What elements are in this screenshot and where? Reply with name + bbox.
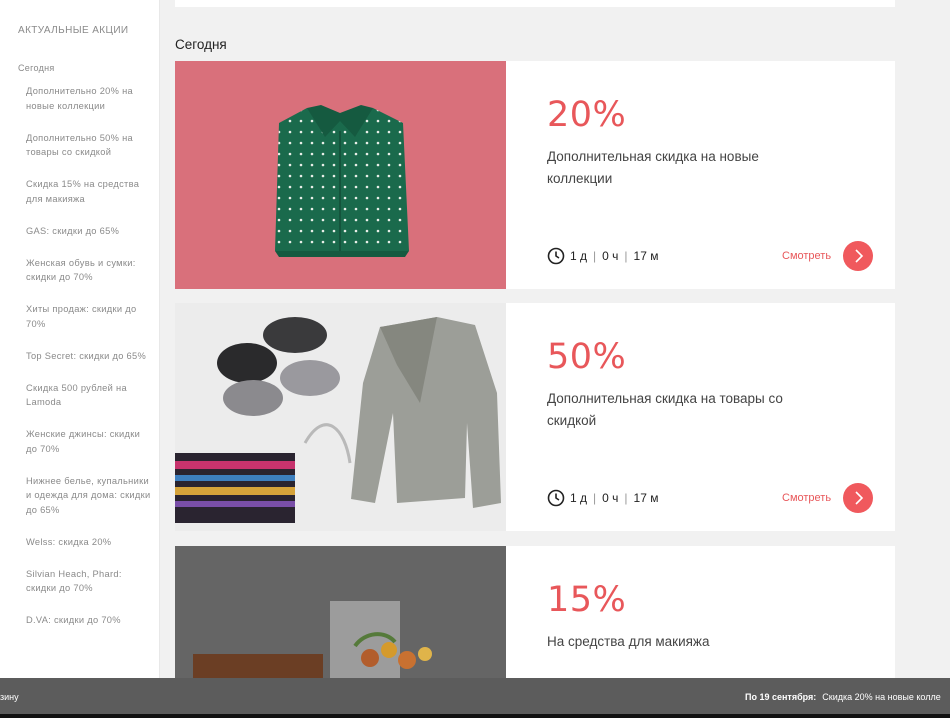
view-link[interactable]: Смотреть bbox=[782, 250, 831, 262]
sidebar-item[interactable]: Silvian Heach, Phard: скидки до 70% bbox=[26, 567, 151, 596]
promo-image-shirt[interactable] bbox=[175, 61, 506, 289]
chevron-right-icon bbox=[855, 491, 864, 505]
promo-image-shoes-jacket[interactable] bbox=[175, 303, 506, 531]
discount-percent: 20% bbox=[547, 95, 627, 135]
bottom-notification-bar: зину По 19 сентября: Скидка 20% на новые … bbox=[0, 678, 950, 714]
promo-card[interactable]: 20% Дополнительная скидка на новые колле… bbox=[175, 61, 895, 289]
previous-card-edge bbox=[175, 0, 895, 7]
timer-hours: 0 ч bbox=[602, 249, 619, 263]
sidebar-section-today[interactable]: Сегодня bbox=[18, 63, 55, 73]
bottom-bar-left-text[interactable]: зину bbox=[0, 692, 19, 702]
promo-description: Дополнительная скидка на товары со скидк… bbox=[547, 391, 783, 428]
sidebar-item[interactable]: Top Secret: скидки до 65% bbox=[26, 349, 151, 364]
promo-card[interactable]: 50% Дополнительная скидка на товары со с… bbox=[175, 303, 895, 531]
timer-days: 1 д bbox=[570, 249, 588, 263]
chevron-right-icon bbox=[855, 249, 864, 263]
sidebar-item[interactable]: Скидка 15% на средства для макияжа bbox=[26, 177, 151, 206]
timer-divider: | bbox=[624, 249, 628, 263]
sidebar: АКТУАЛЬНЫЕ АКЦИИ Сегодня Дополнительно 2… bbox=[0, 0, 160, 678]
sidebar-item[interactable]: D.VA: скидки до 70% bbox=[26, 613, 151, 628]
countdown-timer: 1 д | 0 ч | 17 м bbox=[547, 489, 658, 507]
bottom-bar-promo[interactable]: По 19 сентября: Скидка 20% на новые колле bbox=[745, 692, 941, 702]
timer-divider: | bbox=[593, 491, 597, 505]
sidebar-title: АКТУАЛЬНЫЕ АКЦИИ bbox=[18, 25, 129, 36]
sidebar-item[interactable]: Хиты продаж: скидки до 70% bbox=[26, 302, 151, 331]
sidebar-item[interactable]: Дополнительно 20% на новые коллекции bbox=[26, 84, 151, 113]
sidebar-item[interactable]: Welss: скидка 20% bbox=[26, 535, 151, 550]
arrow-right-button[interactable] bbox=[843, 483, 873, 513]
promo-card[interactable]: 15% На средства для макияжа bbox=[175, 546, 895, 678]
countdown-timer: 1 д | 0 ч | 17 м bbox=[547, 247, 658, 265]
promo-list: Дополнительно 20% на новые коллекции Доп… bbox=[26, 84, 151, 628]
timer-minutes: 17 м bbox=[633, 249, 659, 263]
sidebar-item[interactable]: Женская обувь и сумки: скидки до 70% bbox=[26, 256, 151, 285]
promo-description: Дополнительная скидка на новые коллекции bbox=[547, 149, 759, 186]
timer-minutes: 17 м bbox=[633, 491, 659, 505]
timer-divider: | bbox=[593, 249, 597, 263]
discount-percent: 15% bbox=[547, 580, 627, 620]
sidebar-item[interactable]: GAS: скидки до 65% bbox=[26, 224, 151, 239]
clock-icon bbox=[547, 489, 565, 507]
promo-deadline: По 19 сентября: bbox=[745, 692, 817, 702]
sidebar-item[interactable]: Скидка 500 рублей на Lamoda bbox=[26, 381, 151, 410]
promo-description: На средства для макияжа bbox=[547, 634, 710, 649]
sidebar-item[interactable]: Нижнее белье, купальники и одежда для до… bbox=[26, 474, 151, 518]
discount-percent: 50% bbox=[547, 337, 627, 377]
sidebar-item[interactable]: Женские джинсы: скидки до 70% bbox=[26, 427, 151, 456]
window-bottom-edge bbox=[0, 714, 950, 718]
arrow-right-button[interactable] bbox=[843, 241, 873, 271]
section-heading: Сегодня bbox=[175, 37, 227, 52]
timer-divider: | bbox=[624, 491, 628, 505]
timer-hours: 0 ч bbox=[602, 491, 619, 505]
promo-image-makeup[interactable] bbox=[175, 546, 506, 678]
timer-days: 1 д bbox=[570, 491, 588, 505]
promo-ticker-text: Скидка 20% на новые колле bbox=[822, 692, 941, 702]
sidebar-item[interactable]: Дополнительно 50% на товары со скидкой bbox=[26, 131, 151, 160]
view-link[interactable]: Смотреть bbox=[782, 492, 831, 504]
clock-icon bbox=[547, 247, 565, 265]
